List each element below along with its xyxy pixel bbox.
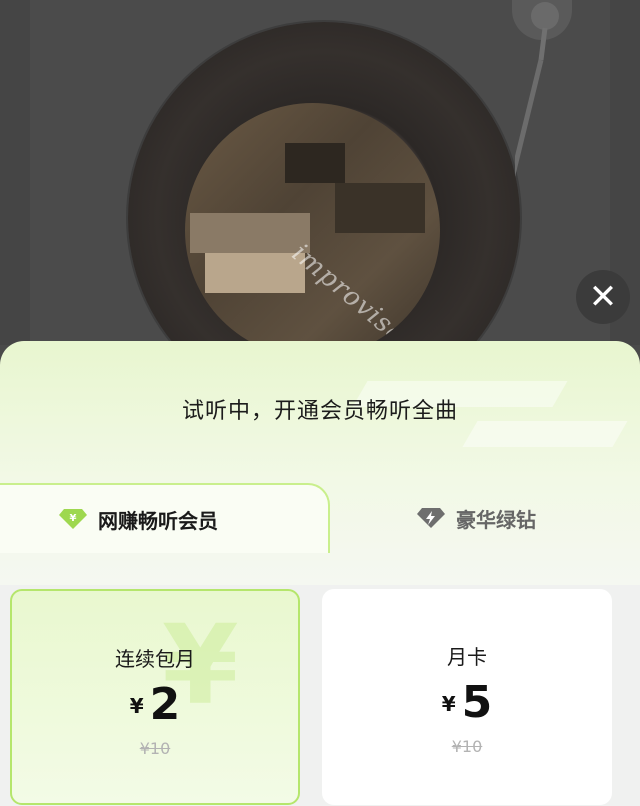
price-value: 2 — [149, 679, 181, 730]
album-shape — [335, 183, 425, 233]
plan-card-monthly-auto[interactable]: ¥ 连续包月 ¥2 ¥10 — [10, 589, 300, 805]
plan-name: 月卡 — [447, 645, 487, 669]
tab-label: 网赚畅听会员 — [98, 508, 218, 533]
tab-luxury-green-diamond[interactable]: 豪华绿钻 — [318, 483, 640, 553]
sheet-title: 试听中，开通会员畅听全曲 — [181, 399, 458, 424]
currency-symbol: ¥ — [129, 694, 144, 718]
tab-wangzhuan-member[interactable]: ¥ 网赚畅听会员 — [0, 483, 330, 553]
tab-label: 豪华绿钻 — [456, 507, 536, 532]
plan-price: ¥5 — [322, 677, 612, 728]
plan-price: ¥2 — [12, 679, 298, 730]
plan-name: 连续包月 — [115, 647, 195, 671]
original-price: ¥10 — [139, 739, 171, 758]
svg-text:¥: ¥ — [70, 513, 77, 524]
membership-tabs: ¥ 网赚畅听会员 豪华绿钻 — [0, 483, 640, 553]
tonearm — [515, 2, 559, 177]
plan-card-monthly[interactable]: 月卡 ¥5 ¥10 — [322, 589, 612, 805]
original-price: ¥10 — [451, 737, 483, 756]
plan-cards: ¥ 连续包月 ¥2 ¥10 月卡 ¥5 ¥10 — [0, 585, 640, 806]
album-shape — [190, 213, 310, 253]
diamond-yen-icon: ¥ — [58, 508, 88, 530]
membership-sheet: 试听中，开通会员畅听全曲 ¥ 网赚畅听会员 豪华绿钻 ¥ 连续包月 ¥ 2 ¥1… — [0, 341, 640, 806]
currency-symbol: ¥ — [441, 692, 456, 716]
price-value: 5 — [461, 677, 493, 728]
close-button[interactable]: ✕ — [576, 270, 630, 324]
album-shape — [285, 143, 345, 183]
diamond-bolt-icon — [416, 507, 446, 529]
album-cover: improvisation — [185, 103, 440, 358]
close-icon: ✕ — [588, 277, 618, 317]
